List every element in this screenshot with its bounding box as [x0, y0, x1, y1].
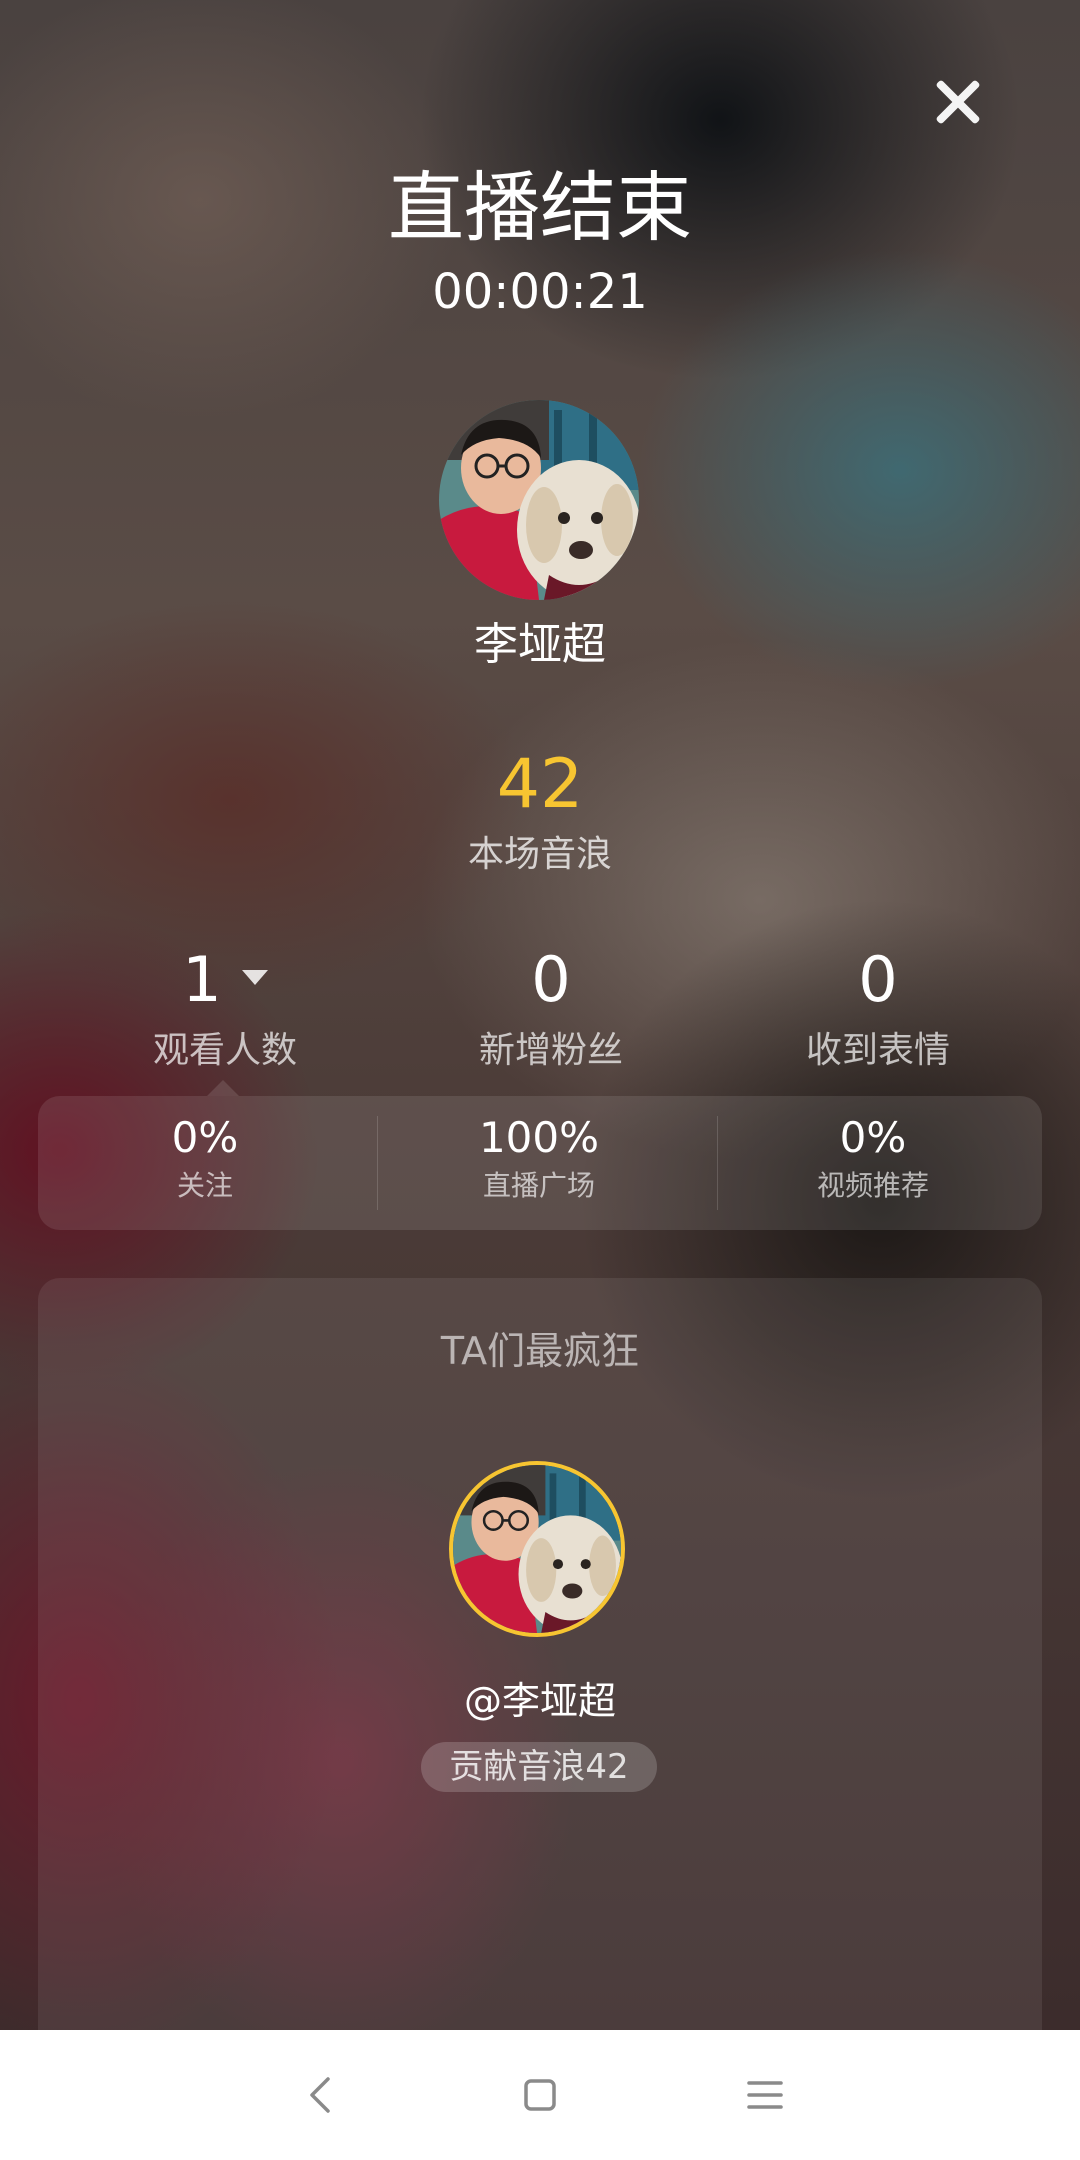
stat-emotes: 0 收到表情	[728, 940, 1028, 1076]
system-nav-bar	[0, 2030, 1080, 2160]
source-follow-label: 关注	[176, 1169, 233, 1202]
stat-emotes-value: 0	[858, 943, 898, 1016]
live-ended-screen: 直播结束 00:00:21 李垭超 42 本场音浪 1 观看人数 0 新增粉丝 …	[0, 0, 1080, 2160]
stat-viewers-label: 观看人数	[152, 1030, 297, 1071]
stat-new-fans: 0 新增粉丝	[401, 940, 701, 1076]
page-title: 直播结束	[388, 163, 692, 252]
viewer-source-panel: 0% 关注 100% 直播广场 0% 视频推荐	[38, 1096, 1042, 1230]
fan-avatar[interactable]	[449, 1461, 625, 1637]
source-video-recommend-percent: 0%	[839, 1113, 907, 1162]
source-live-plaza-label: 直播广场	[482, 1169, 595, 1202]
source-video-recommend: 0% 视频推荐	[706, 1110, 1040, 1206]
stat-viewers-value: 1	[75, 940, 375, 1020]
back-icon[interactable]	[290, 2065, 350, 2125]
source-follow: 0% 关注	[38, 1110, 372, 1206]
source-live-plaza: 100% 直播广场	[372, 1110, 706, 1206]
stat-new-fans-value: 0	[531, 943, 571, 1016]
stat-new-fans-label: 新增粉丝	[478, 1030, 623, 1071]
score-value: 42	[496, 745, 584, 824]
top-fans-panel: TA们最疯狂 @李垭超 贡献音浪42	[38, 1278, 1042, 2038]
menu-icon[interactable]	[735, 2065, 795, 2125]
source-live-plaza-percent: 100%	[478, 1113, 600, 1162]
stat-viewers[interactable]: 1 观看人数	[75, 940, 375, 1076]
score-label: 本场音浪	[467, 834, 612, 875]
host-name: 李垭超	[474, 619, 606, 670]
source-follow-percent: 0%	[171, 1113, 239, 1162]
panel-pointer	[207, 1080, 239, 1096]
fan-contribution-badge: 贡献音浪42	[421, 1742, 657, 1792]
caret-down-icon	[241, 970, 268, 986]
home-icon[interactable]	[510, 2065, 570, 2125]
host-avatar[interactable]	[439, 400, 639, 600]
stat-emotes-label: 收到表情	[805, 1030, 950, 1071]
source-video-recommend-label: 视频推荐	[816, 1169, 929, 1202]
close-icon[interactable]	[928, 72, 988, 132]
top-fans-title: TA们最疯狂	[440, 1329, 640, 1373]
live-duration: 00:00:21	[432, 264, 648, 320]
fan-name[interactable]: @李垭超	[38, 1673, 1042, 1729]
